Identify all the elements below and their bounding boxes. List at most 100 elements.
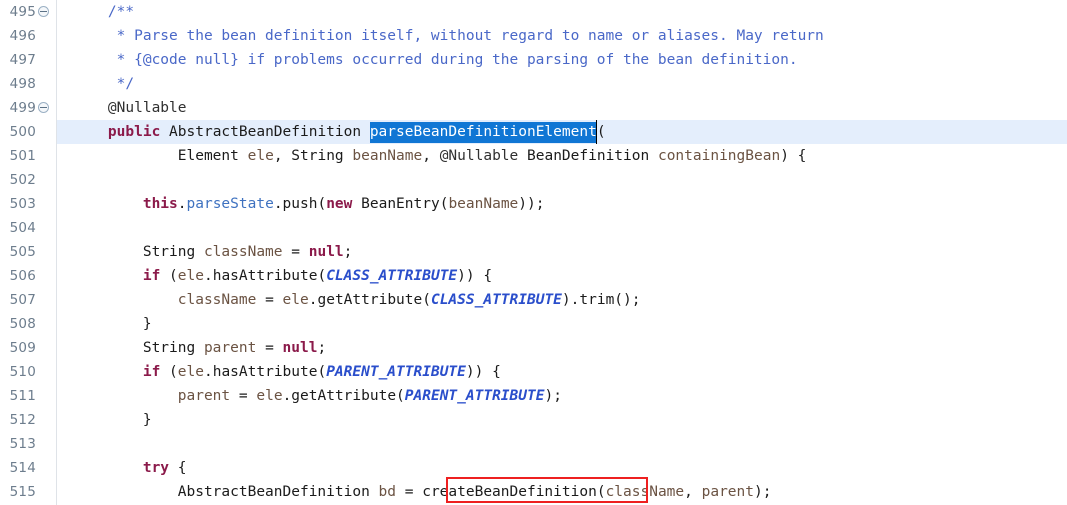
code-line[interactable]: * {@code null} if problems occurred duri… xyxy=(57,48,1067,72)
gutter-row[interactable]: 514 xyxy=(0,456,56,480)
code-line-text[interactable]: if (ele.hasAttribute(CLASS_ATTRIBUTE)) { xyxy=(57,264,492,288)
code-token: className xyxy=(203,244,283,260)
gutter-row[interactable]: 501 xyxy=(0,144,56,168)
code-line-text[interactable]: parent = ele.getAttribute(PARENT_ATTRIBU… xyxy=(57,384,562,408)
fold-collapse-icon[interactable] xyxy=(38,102,49,113)
code-token: containingBean xyxy=(657,148,781,164)
code-line-text[interactable]: public AbstractBeanDefinition parseBeanD… xyxy=(57,120,606,144)
code-line-text[interactable]: String parent = null; xyxy=(57,336,326,360)
code-line-text[interactable]: this.parseState.push(new BeanEntry(beanN… xyxy=(57,192,545,216)
gutter-row[interactable]: 502 xyxy=(0,168,56,192)
code-token: /** xyxy=(73,4,135,20)
code-line[interactable]: if (ele.hasAttribute(CLASS_ATTRIBUTE)) { xyxy=(57,264,1067,288)
line-number: 514 xyxy=(9,460,36,476)
gutter-row[interactable]: 507 xyxy=(0,288,56,312)
code-line-text[interactable]: try { xyxy=(57,456,187,480)
code-line-text[interactable]: */ xyxy=(57,72,134,96)
line-number-gutter[interactable]: 495 496 497 498 499 500 501 502 503 504 505 506 507 5… xyxy=(0,0,57,505)
code-token: PARENT_ATTRIBUTE xyxy=(404,388,545,404)
line-number: 515 xyxy=(9,484,36,500)
code-token: BeanEntry( xyxy=(352,196,449,212)
code-line-text[interactable]: className = ele.getAttribute(CLASS_ATTRI… xyxy=(57,288,641,312)
line-number: 503 xyxy=(9,196,36,212)
gutter-row[interactable]: 495 xyxy=(0,0,56,24)
code-token: bd xyxy=(378,484,397,500)
gutter-row[interactable]: 508 xyxy=(0,312,56,336)
code-token: = xyxy=(282,244,309,260)
gutter-row[interactable]: 498 xyxy=(0,72,56,96)
code-token: CLASS_ATTRIBUTE xyxy=(430,292,562,308)
code-line-text[interactable]: Element ele, String beanName, @Nullable … xyxy=(57,144,807,168)
code-line[interactable]: @Nullable xyxy=(57,96,1067,120)
gutter-row[interactable]: 511 xyxy=(0,384,56,408)
code-line[interactable]: try { xyxy=(57,456,1067,480)
code-token: .getAttribute( xyxy=(308,292,431,308)
code-line-text[interactable]: String className = null; xyxy=(57,240,353,264)
code-editor[interactable]: 495 496 497 498 499 500 501 502 503 504 505 506 507 5… xyxy=(0,0,1067,505)
code-area[interactable]: /** * Parse the bean definition itself, … xyxy=(57,0,1067,505)
line-number: 507 xyxy=(9,292,36,308)
line-number: 511 xyxy=(9,388,36,404)
gutter-row[interactable]: 512 xyxy=(0,408,56,432)
code-token: ; xyxy=(317,340,327,356)
code-line-text[interactable]: } xyxy=(57,312,152,336)
code-token: ; xyxy=(343,244,353,260)
code-token: parent xyxy=(701,484,754,500)
code-token: AbstractBeanDefinition xyxy=(160,124,370,140)
code-line[interactable]: String className = null; xyxy=(57,240,1067,264)
code-token: @Nullable xyxy=(439,148,519,164)
gutter-row[interactable]: 505 xyxy=(0,240,56,264)
code-line-text[interactable]: /** xyxy=(57,0,134,24)
code-line-text[interactable]: * {@code null} if problems occurred duri… xyxy=(57,48,798,72)
code-token: this xyxy=(142,196,178,212)
gutter-row[interactable]: 506 xyxy=(0,264,56,288)
gutter-row[interactable]: 513 xyxy=(0,432,56,456)
gutter-row[interactable]: 496 xyxy=(0,24,56,48)
code-token: ).trim(); xyxy=(561,292,641,308)
code-line[interactable]: Element ele, String beanName, @Nullable … xyxy=(57,144,1067,168)
code-token: = xyxy=(396,484,423,500)
gutter-row[interactable]: 503 xyxy=(0,192,56,216)
line-number: 513 xyxy=(9,436,36,452)
code-line-text[interactable]: if (ele.hasAttribute(PARENT_ATTRIBUTE)) … xyxy=(57,360,501,384)
gutter-row[interactable]: 499 xyxy=(0,96,56,120)
code-token: beanName xyxy=(448,196,519,212)
code-line[interactable]: String parent = null; xyxy=(57,336,1067,360)
code-token: .hasAttribute( xyxy=(203,268,327,284)
code-line[interactable]: parent = ele.getAttribute(PARENT_ATTRIBU… xyxy=(57,384,1067,408)
code-token: className xyxy=(177,292,257,308)
code-line[interactable] xyxy=(57,216,1067,240)
code-line[interactable]: className = ele.getAttribute(CLASS_ATTRI… xyxy=(57,288,1067,312)
code-token: ele xyxy=(256,388,283,404)
line-number: 497 xyxy=(9,52,36,68)
code-line[interactable]: } xyxy=(57,312,1067,336)
gutter-row[interactable]: 504 xyxy=(0,216,56,240)
code-line[interactable]: /** xyxy=(57,0,1067,24)
code-line[interactable] xyxy=(57,168,1067,192)
code-line[interactable]: * Parse the bean definition itself, with… xyxy=(57,24,1067,48)
code-line[interactable]: this.parseState.push(new BeanEntry(beanN… xyxy=(57,192,1067,216)
code-line-text[interactable]: * Parse the bean definition itself, with… xyxy=(57,24,824,48)
gutter-row[interactable]: 515 xyxy=(0,480,56,504)
code-line[interactable]: */ xyxy=(57,72,1067,96)
gutter-row[interactable]: 497 xyxy=(0,48,56,72)
gutter-row[interactable]: 510 xyxy=(0,360,56,384)
code-token: = xyxy=(256,340,283,356)
code-line-text[interactable]: } xyxy=(57,408,152,432)
code-line[interactable]: } xyxy=(57,408,1067,432)
code-line[interactable]: AbstractBeanDefinition bd = createBeanDe… xyxy=(57,480,1067,504)
code-token: .push( xyxy=(273,196,327,212)
fold-collapse-icon[interactable] xyxy=(38,6,49,17)
code-line[interactable]: if (ele.hasAttribute(PARENT_ATTRIBUTE)) … xyxy=(57,360,1067,384)
gutter-row[interactable]: 500 xyxy=(0,120,56,144)
code-line-text[interactable]: AbstractBeanDefinition bd = createBeanDe… xyxy=(57,480,772,504)
code-line[interactable] xyxy=(57,432,1067,456)
code-line-text[interactable]: @Nullable xyxy=(57,96,187,120)
code-line[interactable]: public AbstractBeanDefinition parseBeanD… xyxy=(57,120,1067,144)
code-token: .getAttribute( xyxy=(282,388,405,404)
code-token: )) { xyxy=(465,364,501,380)
gutter-row[interactable]: 509 xyxy=(0,336,56,360)
